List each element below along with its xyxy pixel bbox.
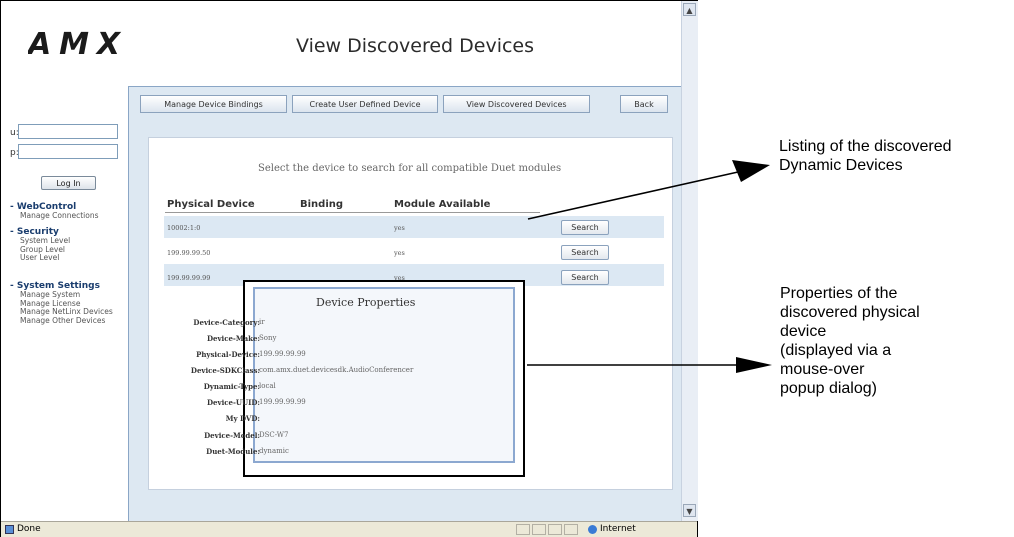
annotation-line: (displayed via a [780,342,892,359]
annotation-line: popup dialog) [780,380,877,397]
annotation-line: mouse-over [780,361,865,378]
annotation-line: Listing of the discovered [779,138,952,155]
properties-arrowhead [736,357,772,373]
listing-arrow-line [527,171,739,220]
annotation-line: device [780,323,827,340]
annotation-arrows [527,160,772,373]
annotation-line: Properties of the [780,285,898,302]
annotation-listing: Listing of the discovered Dynamic Device… [779,137,952,175]
listing-arrowhead [732,160,770,182]
annotation-line: Dynamic Devices [779,157,903,174]
annotation-properties: Properties of the discovered physical de… [780,284,920,398]
annotation-line: discovered physical [780,304,920,321]
